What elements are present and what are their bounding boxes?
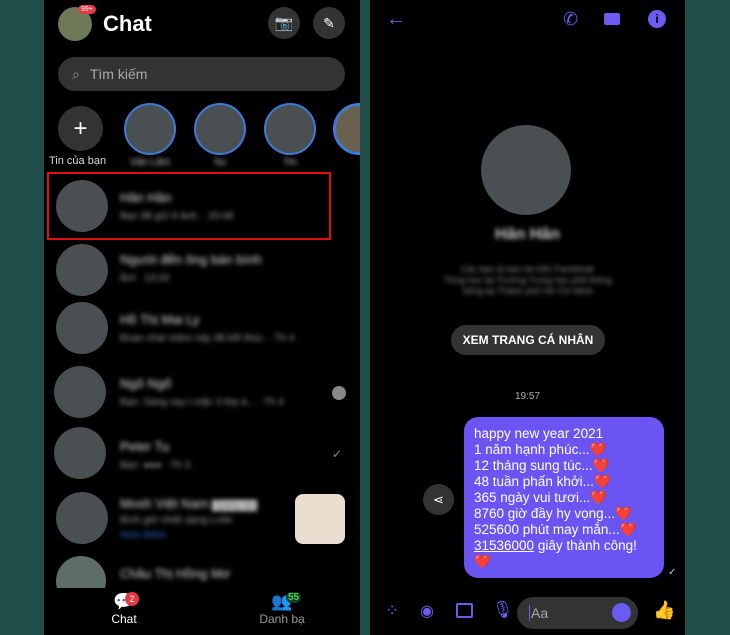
conversation-preview: Bạn: Sáng nay t mặc 3 lớp á... · Th 4 xyxy=(120,397,284,408)
phone-icon[interactable]: ✆ xyxy=(563,9,578,30)
phone-number-link[interactable]: 31536000 xyxy=(474,538,534,553)
conversation-item[interactable]: Peter Tu Bạn: ●●● · Th 3 ✓ xyxy=(54,427,349,483)
conversation-name: Châu Thị Hồng Mơ xyxy=(120,566,231,581)
info-icon[interactable]: i xyxy=(648,10,666,28)
search-placeholder: Tìm kiếm xyxy=(89,66,148,82)
avatar xyxy=(56,492,108,544)
input-placeholder: Aa xyxy=(531,605,549,621)
profile-info-line: Sống tại Thành phố Hồ Chí Minh xyxy=(462,286,593,296)
story-label: Vân Lâm xyxy=(129,157,171,168)
message-line: giây thành công! xyxy=(534,538,637,553)
unread-badge: 2 xyxy=(125,592,139,606)
profile-info-line: Các bạn là bạn bè trên Facebook xyxy=(460,264,595,274)
conversation-item[interactable]: Người đến ông bán bình Bơi · 13:33 xyxy=(56,242,346,298)
profile-info-line: Từng học tại Trường Trung học phổ thông xyxy=(443,275,612,285)
conversation-name: Hồ Thị Mai Ly xyxy=(120,312,200,327)
conversation-name: Hân Hân xyxy=(120,190,172,205)
ad-thumbnail[interactable] xyxy=(295,494,345,544)
share-button[interactable]: ⋖ xyxy=(423,484,454,515)
share-icon: ⋖ xyxy=(433,491,444,507)
camera-icon[interactable]: ◉ xyxy=(420,601,434,621)
add-story-button[interactable]: + xyxy=(58,106,103,151)
contacts-badge: 55 xyxy=(286,592,302,603)
microphone-icon[interactable]: 🎙 xyxy=(492,600,514,620)
nav-contacts[interactable]: 👥 Danh bạ 55 xyxy=(252,592,312,626)
search-input[interactable]: ⌕ Tìm kiếm xyxy=(58,57,345,91)
message-line: 365 ngày vui tươi...❤️ xyxy=(474,490,608,505)
nav-label: Chat xyxy=(111,612,137,626)
emoji-icon[interactable] xyxy=(612,603,631,622)
camera-button[interactable]: 📷 xyxy=(268,7,300,39)
story-item[interactable] xyxy=(264,103,316,155)
message-line: 48 tuần phấn khởi...❤️ xyxy=(474,474,611,489)
story-item[interactable] xyxy=(333,103,360,155)
message-line: ❤️ xyxy=(474,554,491,569)
apps-grid-icon[interactable]: ⁘ xyxy=(385,601,399,621)
conversation-screen: ← ✆ i Hân Hân Các bạn là bạn bè trên Fac… xyxy=(370,0,685,635)
message-line: 8760 giờ đầy hy vọng...❤️ xyxy=(474,506,632,521)
nav-chat[interactable]: 💬 Chat 2 xyxy=(99,592,149,626)
conversation-preview: Bình giữ nhiệt dạng Lotte xyxy=(120,515,233,526)
conversation-name: Mosh Việt Nam xyxy=(120,496,209,511)
back-arrow-icon[interactable]: ← xyxy=(386,8,406,31)
conversation-item[interactable]: Hồ Thị Mai Ly Đoạn chat video này đã kết … xyxy=(56,302,346,358)
thumbs-up-icon[interactable]: 👍 xyxy=(653,600,675,621)
message-timestamp: 19:57 xyxy=(514,391,541,402)
conversation-preview: Bạn đã gửi 9 ảnh. · 20:08 xyxy=(120,211,234,222)
sent-check-icon: ✓ xyxy=(668,567,677,578)
message-line: 1 năm hạnh phúc...❤️ xyxy=(474,442,607,457)
sent-check-icon: ✓ xyxy=(332,447,343,461)
message-line: 525600 phút may mắn...❤️ xyxy=(474,522,637,537)
plus-icon: + xyxy=(73,114,88,142)
camera-icon: 📷 xyxy=(274,15,294,32)
conversation-item[interactable]: Ngô Ngố Bạn: Sáng nay t mặc 3 lớp á... · … xyxy=(54,366,349,422)
nav-label: Danh bạ xyxy=(259,612,305,626)
video-camera-icon[interactable] xyxy=(604,13,620,25)
pencil-icon: ✎ xyxy=(323,14,335,31)
conversation-preview: Đoạn chat video này đã kết thúc. · Th 4 xyxy=(120,333,295,344)
conversation-preview: Bơi · 13:33 xyxy=(120,273,170,284)
avatar xyxy=(56,244,108,296)
chat-list-screen: 99+ Chat 📷 ✎ ⌕ Tìm kiếm + Tin của bạn Vâ… xyxy=(44,0,360,635)
view-profile-button[interactable]: XEM TRANG CÁ NHÂN xyxy=(451,325,605,355)
story-label: Tin xyxy=(283,157,297,168)
story-item[interactable] xyxy=(194,103,246,155)
conversation-item[interactable]: Hân Hân Bạn đã gửi 9 ảnh. · 20:08 xyxy=(56,178,346,234)
see-more-link[interactable]: Xem thêm xyxy=(120,530,257,541)
story-label: Tin của bạn xyxy=(49,155,107,167)
conversation-name: Peter Tu xyxy=(120,439,170,454)
ad-tag: Quảng cáo xyxy=(212,500,258,511)
story-item[interactable] xyxy=(124,103,176,155)
seen-avatar xyxy=(332,386,346,400)
story-label: Su xyxy=(213,157,227,168)
conversation-name: Người đến ông bán bình xyxy=(120,252,262,267)
message-input[interactable]: Aa xyxy=(517,597,638,629)
avatar-badge: 99+ xyxy=(78,5,96,14)
conversation-name: Ngô Ngố xyxy=(120,376,172,391)
message-line: happy new year 2021 xyxy=(474,426,604,441)
avatar xyxy=(54,427,106,479)
page-title: Chat xyxy=(103,11,152,36)
bottom-nav: 💬 Chat 2 👥 Danh bạ 55 xyxy=(44,588,360,635)
people-icon: 👥 xyxy=(271,592,293,611)
search-icon: ⌕ xyxy=(72,65,80,82)
avatar xyxy=(56,302,108,354)
chat-bubble-icon: 💬 xyxy=(113,592,135,611)
avatar xyxy=(54,366,106,418)
text-cursor xyxy=(529,605,530,621)
avatar xyxy=(56,180,108,232)
image-icon[interactable] xyxy=(456,603,473,618)
profile-name: Hân Hân xyxy=(495,226,560,243)
profile-avatar xyxy=(481,125,571,215)
message-line: 12 tháng sung túc...❤️ xyxy=(474,458,610,473)
conversation-item[interactable]: Mosh Việt Nam Quảng cáo Bình giữ nhiệt d… xyxy=(56,492,351,552)
conversation-preview: Bạn: ●●● · Th 3 xyxy=(120,460,191,471)
compose-button[interactable]: ✎ xyxy=(313,7,345,39)
message-bubble[interactable]: happy new year 2021 1 năm hạnh phúc...❤️… xyxy=(464,417,664,578)
